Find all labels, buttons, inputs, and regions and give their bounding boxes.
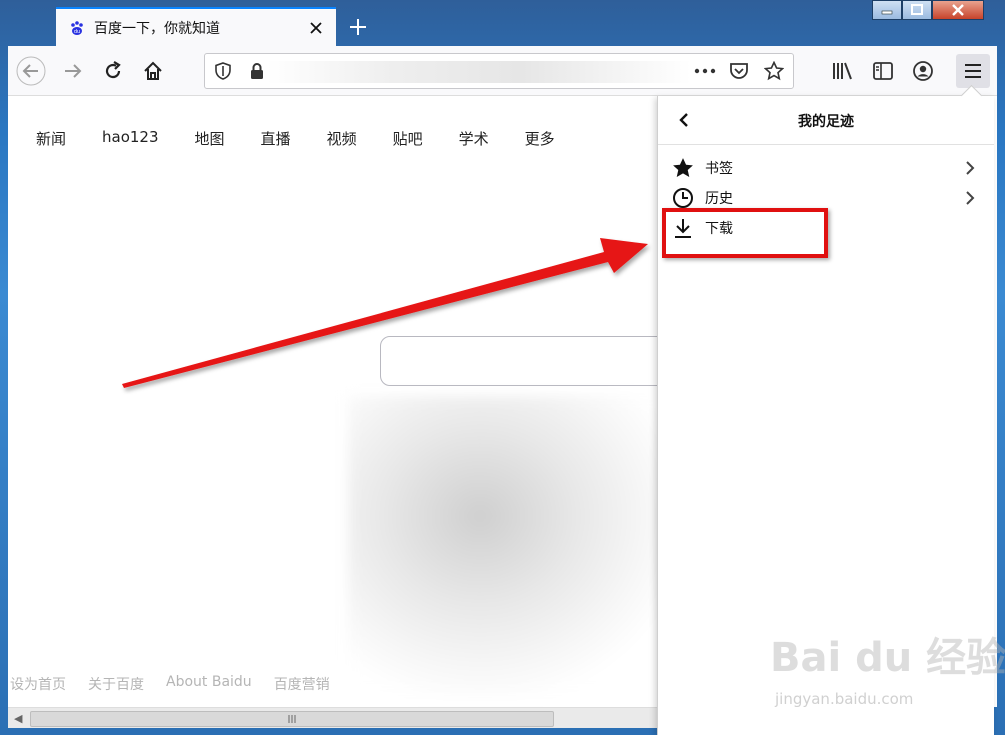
back-icon[interactable] xyxy=(16,56,46,86)
footer-link-marketing[interactable]: 百度营销 xyxy=(274,674,330,694)
bookmark-star-icon[interactable] xyxy=(762,59,786,83)
menu-item-downloads[interactable]: 下载 xyxy=(658,214,994,242)
new-tab-button[interactable] xyxy=(343,12,373,42)
address-bar[interactable] xyxy=(204,53,794,89)
tab-baidu[interactable]: du 百度一下，你就知道 xyxy=(56,7,336,46)
chevron-right-icon xyxy=(960,188,980,208)
sidebar-icon[interactable] xyxy=(868,56,898,86)
title-bar: du 百度一下，你就知道 xyxy=(0,0,1005,46)
shield-icon[interactable] xyxy=(211,59,235,83)
menu-item-label: 下载 xyxy=(705,221,733,237)
footer-link-set-homepage[interactable]: 设为首页 xyxy=(10,674,66,694)
svg-text:du: du xyxy=(74,29,80,35)
baidu-paw-icon: du xyxy=(68,19,86,37)
download-icon xyxy=(672,217,694,239)
clock-icon xyxy=(672,187,694,209)
close-window-button[interactable] xyxy=(932,0,984,20)
nav-link-news[interactable]: 新闻 xyxy=(36,128,66,149)
open-menu-button[interactable] xyxy=(956,54,990,88)
nav-link-map[interactable]: 地图 xyxy=(195,128,225,149)
navigation-toolbar xyxy=(8,46,997,96)
page-footer: 设为首页 关于百度 About Baidu 百度营销 xyxy=(10,674,352,694)
nav-link-hao123[interactable]: hao123 xyxy=(102,128,159,149)
nav-link-more[interactable]: 更多 xyxy=(525,128,555,149)
minimize-button[interactable] xyxy=(872,0,902,20)
nav-link-academic[interactable]: 学术 xyxy=(459,128,489,149)
nav-link-tieba[interactable]: 贴吧 xyxy=(393,128,423,149)
footer-link-about-cn[interactable]: 关于百度 xyxy=(88,674,144,694)
chevron-right-icon xyxy=(960,158,980,178)
watermark-logo: Bai du 经验 xyxy=(770,635,1005,681)
watermark-url: jingyan.baidu.com xyxy=(775,690,914,708)
browser-window: du 百度一下，你就知道 新闻 hao123 地图 直播 视频 贴吧 学术 更多… xyxy=(0,0,1005,735)
nav-link-live[interactable]: 直播 xyxy=(261,128,291,149)
nav-link-video[interactable]: 视频 xyxy=(327,128,357,149)
scrollbar-thumb[interactable] xyxy=(30,711,554,727)
home-icon[interactable] xyxy=(138,56,168,86)
url-input[interactable] xyxy=(267,61,691,83)
scroll-left-icon[interactable]: ◀ xyxy=(14,712,22,725)
menu-item-history[interactable]: 历史 xyxy=(658,184,994,212)
tab-title: 百度一下，你就知道 xyxy=(94,20,220,37)
reload-icon[interactable] xyxy=(98,56,128,86)
forward-icon[interactable] xyxy=(58,56,88,86)
horizontal-scrollbar[interactable]: ◀ xyxy=(8,707,658,728)
close-tab-icon[interactable] xyxy=(306,18,326,38)
account-icon[interactable] xyxy=(908,56,938,86)
library-icon[interactable] xyxy=(828,56,858,86)
maximize-button[interactable] xyxy=(902,0,932,20)
window-controls xyxy=(872,0,984,22)
menu-item-label: 书签 xyxy=(705,161,733,177)
lock-icon[interactable] xyxy=(245,59,269,83)
pocket-icon[interactable] xyxy=(727,59,751,83)
menu-title: 我的足迹 xyxy=(798,114,854,130)
menu-header: 我的足迹 xyxy=(658,96,994,145)
blurred-region xyxy=(348,396,678,696)
search-input[interactable] xyxy=(380,336,670,386)
more-actions-icon[interactable] xyxy=(693,59,717,83)
baidu-top-nav: 新闻 hao123 地图 直播 视频 贴吧 学术 更多 xyxy=(36,128,591,149)
footer-link-about-en[interactable]: About Baidu xyxy=(166,674,252,694)
menu-item-bookmarks[interactable]: 书签 xyxy=(658,154,994,182)
star-icon xyxy=(672,157,694,179)
menu-item-label: 历史 xyxy=(705,191,733,207)
